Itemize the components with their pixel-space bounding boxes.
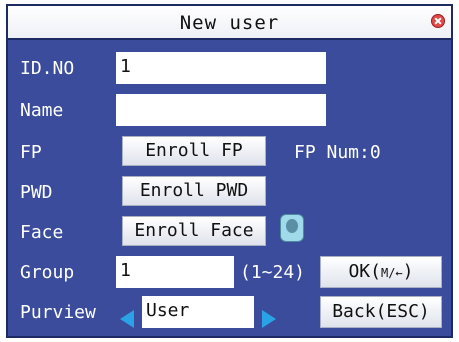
purview-field[interactable]: User bbox=[142, 296, 254, 328]
new-user-dialog: New user ID.NO 1 Name FP Enroll FP FP Nu… bbox=[6, 4, 453, 338]
enroll-face-button[interactable]: Enroll Face bbox=[122, 216, 266, 246]
dialog-title: New user bbox=[179, 12, 280, 34]
back-button[interactable]: Back(ESC) bbox=[320, 296, 442, 328]
name-label: Name bbox=[20, 100, 64, 121]
face-icon bbox=[280, 214, 304, 242]
ok-button[interactable]: OK(M/←) bbox=[320, 256, 442, 288]
ok-hint: M/← bbox=[380, 266, 403, 280]
fp-label: FP bbox=[20, 142, 42, 163]
enroll-pwd-button[interactable]: Enroll PWD bbox=[122, 176, 266, 206]
enroll-fp-button[interactable]: Enroll FP bbox=[122, 136, 266, 166]
title-bar: New user bbox=[8, 6, 451, 40]
purview-label: Purview bbox=[20, 302, 96, 323]
arrow-left-icon[interactable] bbox=[120, 310, 134, 328]
id-no-field[interactable]: 1 bbox=[116, 52, 326, 84]
ok-label: OK( bbox=[348, 261, 381, 282]
arrow-right-icon[interactable] bbox=[262, 310, 276, 328]
ok-suffix: ) bbox=[402, 261, 414, 282]
group-label: Group bbox=[20, 262, 75, 283]
id-no-label: ID.NO bbox=[20, 58, 75, 79]
group-range-text: (1~24) bbox=[240, 262, 306, 283]
face-label: Face bbox=[20, 222, 64, 243]
fp-num-text: FP Num:0 bbox=[294, 142, 381, 163]
close-icon[interactable] bbox=[431, 14, 445, 28]
pwd-label: PWD bbox=[20, 182, 53, 203]
name-field[interactable] bbox=[116, 94, 326, 126]
group-field[interactable]: 1 bbox=[116, 256, 234, 288]
